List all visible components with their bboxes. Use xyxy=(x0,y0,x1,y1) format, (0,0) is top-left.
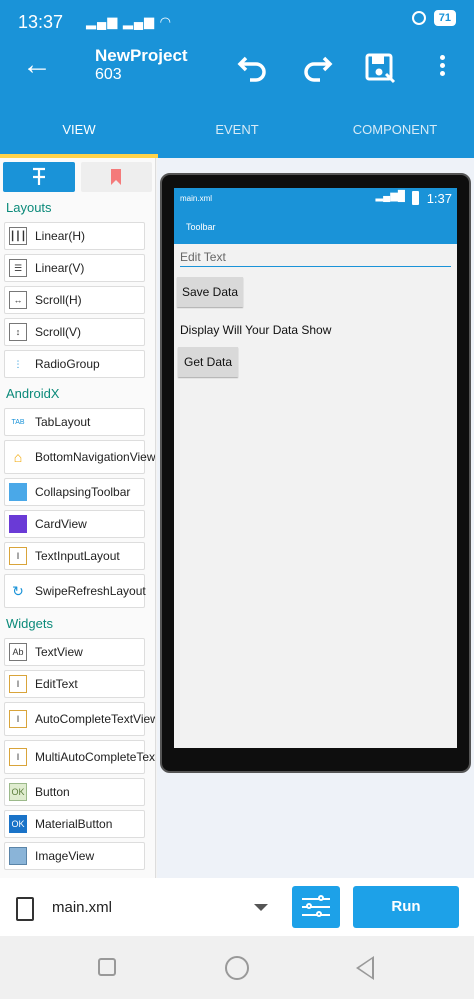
chevron-down-icon[interactable] xyxy=(254,904,268,911)
palette-item-textview[interactable]: Ab TextView xyxy=(4,638,145,666)
signal-icons: ▂▄▆ ▂▄▆ ◠ xyxy=(86,14,172,29)
palette-item-autocompletetextview[interactable]: I AutoCompleteTextView xyxy=(4,702,155,736)
project-number: 603 xyxy=(95,66,122,83)
palette-tabs xyxy=(0,158,155,196)
section-widgets: Widgets xyxy=(6,616,53,631)
preview-time: 1:37 xyxy=(426,191,452,206)
button-ok-icon: OK xyxy=(9,783,27,801)
palette-item-tablayout[interactable]: TAB TabLayout xyxy=(4,408,145,436)
palette-item-materialbutton[interactable]: OK MaterialButton xyxy=(4,810,145,838)
save-icon[interactable] xyxy=(364,52,398,84)
section-layouts: Layouts xyxy=(6,200,52,215)
preview-edittext[interactable]: Edit Text xyxy=(180,250,451,267)
palette-item-textinputlayout[interactable]: I TextInputLayout xyxy=(4,542,145,570)
bottom-bar: main.xml Run xyxy=(0,878,474,936)
system-nav-bar xyxy=(0,936,474,999)
app-bar: 13:37 ▂▄▆ ▂▄▆ ◠ 71 ← NewProject 603 VIEW… xyxy=(0,0,474,158)
display-textview[interactable]: Display Will Your Data Show xyxy=(180,323,457,337)
slider-knob xyxy=(306,903,312,909)
linear-h-icon: ┃┃┃ xyxy=(9,227,27,245)
tab-icon: TAB xyxy=(9,413,27,431)
scroll-h-icon: ↔ xyxy=(9,291,27,309)
save-data-button[interactable]: Save Data xyxy=(177,277,244,307)
bookmark-icon xyxy=(111,169,122,185)
palette-tab-bookmarks[interactable] xyxy=(80,162,152,192)
multi-autocomplete-icon: I xyxy=(9,748,27,766)
palette-item-edittext[interactable]: I EditText xyxy=(4,670,145,698)
settings-sliders-button[interactable] xyxy=(292,886,340,928)
palette-item-swiperefreshlayout[interactable]: ↻ SwipeRefreshLayout xyxy=(4,574,146,608)
slider-knob xyxy=(318,895,324,901)
preview-status-bar: main.xml ▂▄▆█ 1:37 xyxy=(174,188,457,210)
scroll-v-icon: ↕ xyxy=(9,323,27,341)
palette-item-imageview[interactable]: ImageView xyxy=(4,842,145,870)
palette-tab-widgets[interactable] xyxy=(3,162,75,192)
preview-toolbar-title: Toolbar xyxy=(186,222,216,232)
more-options-icon[interactable] xyxy=(432,52,452,84)
tab-component[interactable]: COMPONENT xyxy=(316,110,474,154)
project-title: NewProject xyxy=(95,46,188,65)
toolbar: ← NewProject 603 xyxy=(0,40,474,96)
palette-item-cardview[interactable]: CardView xyxy=(4,510,145,538)
text-input-icon: I xyxy=(9,547,27,565)
current-file-name[interactable]: main.xml xyxy=(52,899,112,916)
status-bar: 13:37 ▂▄▆ ▂▄▆ ◠ 71 xyxy=(0,0,474,40)
redo-icon[interactable] xyxy=(300,52,334,84)
image-icon xyxy=(9,847,27,865)
preview-signal-icon: ▂▄▆█ xyxy=(375,191,405,202)
get-data-button[interactable]: Get Data xyxy=(178,347,239,377)
material-button-ok-icon: OK xyxy=(9,815,27,833)
palette-item-multiautocompletetextview[interactable]: IMultiAutoCompleteTextView xyxy=(4,740,155,774)
status-time: 13:37 xyxy=(18,12,64,32)
tab-event[interactable]: EVENT xyxy=(158,110,316,154)
palette-item-scroll-v[interactable]: ↕ Scroll(V) xyxy=(4,318,145,346)
preview-battery-icon xyxy=(412,191,419,205)
device-screen[interactable]: main.xml ▂▄▆█ 1:37 Toolbar Edit Text Sav… xyxy=(174,188,457,748)
home-icon: ⌂ xyxy=(9,448,27,466)
editor-tabs: VIEW EVENT COMPONENT xyxy=(0,110,474,154)
widget-palette[interactable]: Layouts ┃┃┃ Linear(H) ☰ Linear(V) ↔ Scroll(… xyxy=(0,158,156,878)
preview-toolbar[interactable]: Toolbar xyxy=(174,210,457,244)
run-button[interactable]: Run xyxy=(353,886,459,928)
palette-item-collapsingtoolbar[interactable]: CollapsingToolbar xyxy=(4,478,145,506)
palette-item-linear-h[interactable]: ┃┃┃ Linear(H) xyxy=(4,222,145,250)
slider-line xyxy=(302,898,330,900)
linear-v-icon: ☰ xyxy=(9,259,27,277)
palette-item-scroll-h[interactable]: ↔ Scroll(H) xyxy=(4,286,145,314)
autocomplete-icon: I xyxy=(9,710,27,728)
textview-icon: Ab xyxy=(9,643,27,661)
battery-icon: 71 xyxy=(433,10,456,26)
palette-item-button[interactable]: OK Button xyxy=(4,778,145,806)
alarm-icon xyxy=(411,11,426,25)
undo-icon[interactable] xyxy=(236,52,270,84)
back-arrow-icon[interactable]: ← xyxy=(22,50,52,80)
radiogroup-icon: ⋮ xyxy=(9,355,27,373)
palette-item-radiogroup[interactable]: ⋮ RadioGroup xyxy=(4,350,145,378)
phone-file-icon xyxy=(16,897,34,921)
back-nav-icon[interactable] xyxy=(356,956,374,980)
refresh-icon: ↻ xyxy=(9,582,27,600)
text-widget-icon xyxy=(32,167,45,185)
section-androidx: AndroidX xyxy=(6,386,60,401)
palette-item-bottomnavigationview[interactable]: ⌂ BottomNavigationView xyxy=(4,440,155,474)
home-nav-icon[interactable] xyxy=(225,956,249,980)
recents-icon[interactable] xyxy=(98,958,116,976)
palette-item-linear-v[interactable]: ☰ Linear(V) xyxy=(4,254,145,282)
tab-view[interactable]: VIEW xyxy=(0,110,158,154)
edittext-icon: I xyxy=(9,675,27,693)
cardview-icon xyxy=(9,515,27,533)
slider-knob xyxy=(316,911,322,917)
preview-file-name: main.xml xyxy=(180,194,213,203)
collapsing-toolbar-icon xyxy=(9,483,27,501)
status-right: 71 xyxy=(411,10,456,26)
